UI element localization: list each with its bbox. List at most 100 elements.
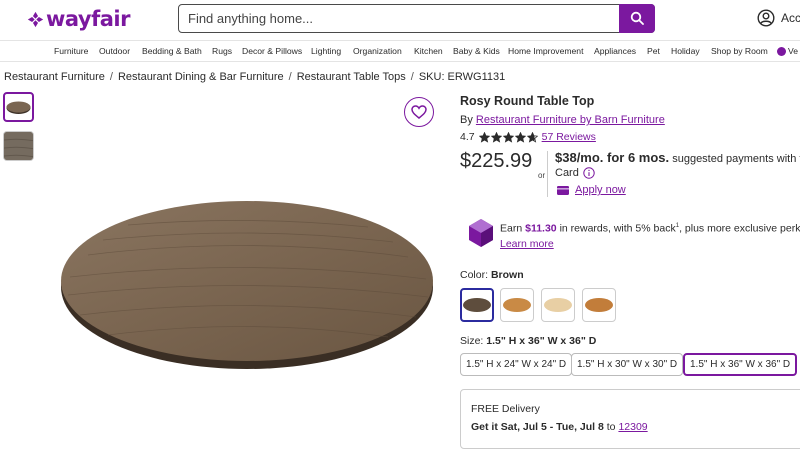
delivery-title: FREE Delivery [471, 403, 540, 415]
info-icon[interactable] [583, 167, 595, 179]
nav-item-verified-label: Ve [788, 46, 799, 56]
search-bar [178, 3, 655, 33]
by-prefix: By [460, 114, 476, 126]
color-label: Color: Brown [460, 269, 524, 281]
credit-card-icon [557, 185, 569, 195]
or-label: or [538, 171, 546, 180]
star-rating [478, 131, 538, 143]
size-selected: 1.5" H x 36" W x 36" D [486, 335, 597, 347]
search-icon [630, 11, 644, 25]
heart-icon [411, 105, 427, 119]
nav-item-lighting[interactable]: Lighting [311, 46, 341, 56]
star-icon [478, 131, 490, 143]
nav-item-furniture[interactable]: Furniture [54, 46, 88, 56]
size-option-24[interactable]: 1.5" H x 24" W x 24" D [460, 353, 573, 376]
nav-item-bedding-bath[interactable]: Bedding & Bath [142, 46, 202, 56]
price-divider [547, 151, 548, 197]
logo-mark-icon [27, 11, 44, 27]
breadcrumb-separator: / [410, 71, 414, 83]
reviews-link[interactable]: 57 Reviews [542, 131, 596, 143]
breadcrumb-item[interactable]: Restaurant Dining & Bar Furniture [118, 71, 284, 83]
price: $225.99 [460, 150, 533, 172]
swatch-disc [463, 298, 491, 312]
star-icon [502, 131, 514, 143]
rewards-banner: Earn $11.30 in rewards, with 5% back1, p… [465, 217, 800, 251]
delivery-dates: Get it Sat, Jul 5 - Tue, Jul 8 [471, 421, 604, 433]
financing-amount: $38/mo. for 6 mos. [555, 150, 670, 165]
delivery-box: FREE Delivery Get it Sat, Jul 5 - Tue, J… [460, 389, 800, 449]
delivery-estimate: Get it Sat, Jul 5 - Tue, Jul 8 to 12309 [471, 421, 648, 433]
apply-now-link[interactable]: Apply now [575, 184, 626, 196]
product-title: Rosy Round Table Top [460, 94, 595, 108]
nav-item-baby-kids[interactable]: Baby & Kids [453, 46, 500, 56]
search-button[interactable] [619, 3, 655, 33]
card-word: Card [555, 167, 579, 179]
breadcrumb-item[interactable]: Restaurant Furniture [4, 71, 105, 83]
nav-item-verified[interactable]: Ve [777, 46, 798, 56]
learn-more-link[interactable]: Learn more [500, 238, 554, 250]
rewards-rest-b: , plus more exclusive perks [679, 222, 800, 235]
rewards-rest-a: in rewards, with 5% back [556, 222, 676, 235]
nav-item-decor-pillows[interactable]: Decor & Pillows [242, 46, 302, 56]
breadcrumb-separator: / [109, 71, 113, 83]
breadcrumb-separator: / [288, 71, 292, 83]
breadcrumb-item[interactable]: Restaurant Table Tops [297, 71, 406, 83]
thumbnail-2[interactable] [3, 131, 34, 161]
wayfair-logo[interactable]: wayfair [27, 7, 130, 31]
color-label-prefix: Color: [460, 269, 491, 281]
size-option-30[interactable]: 1.5" H x 30" W x 30" D [571, 353, 684, 376]
verified-icon [777, 46, 786, 56]
financing-suffix: suggested payments with the W [672, 153, 800, 165]
color-swatch-light[interactable] [541, 288, 575, 322]
account-button[interactable]: Acco [757, 9, 800, 27]
financing-text: $38/mo. for 6 mos. suggested payments wi… [555, 150, 800, 165]
size-label-prefix: Size: [460, 335, 487, 347]
star-icon [490, 131, 502, 143]
color-swatch-brown[interactable] [460, 288, 494, 322]
size-option-36[interactable]: 1.5" H x 36" W x 36" D [683, 353, 798, 376]
nav-item-rugs[interactable]: Rugs [212, 46, 232, 56]
card-line: Card [555, 167, 595, 179]
swatch-disc [585, 298, 613, 312]
byline: By Restaurant Furniture by Barn Furnitur… [460, 114, 665, 126]
rating-value: 4.7 [460, 131, 475, 143]
thumbnail-1[interactable] [3, 92, 34, 122]
nav-item-organization[interactable]: Organization [353, 46, 402, 56]
color-swatch-honey[interactable] [582, 288, 616, 322]
brand-link[interactable]: Restaurant Furniture by Barn Furniture [476, 114, 665, 126]
logo-text: wayfair [46, 7, 130, 31]
site-header: wayfair Acco [0, 0, 800, 40]
breadcrumb: Restaurant Furniture / Restaurant Dining &… [4, 71, 505, 83]
apply-now[interactable]: Apply now [557, 184, 626, 196]
color-selected: Brown [490, 269, 524, 281]
size-label: Size: 1.5" H x 36" W x 36" D [460, 335, 596, 347]
rating-row: 4.7 57 Reviews [460, 131, 596, 143]
rewards-text: Earn $11.30 in rewards, with 5% back1, p… [500, 219, 800, 252]
product-main-image [61, 201, 433, 369]
nav-item-shop-by-room[interactable]: Shop by Room [711, 46, 768, 56]
nav-item-home-improvement[interactable]: Home Improvement [508, 46, 583, 56]
thumbnail-wood-texture-image [4, 132, 33, 160]
nav-item-kitchen[interactable]: Kitchen [414, 46, 443, 56]
category-nav: Furniture Outdoor Bedding & Bath Rugs De… [0, 40, 800, 62]
star-icon [514, 131, 526, 143]
nav-item-appliances[interactable]: Appliances [594, 46, 636, 56]
delivery-to: to [603, 421, 619, 433]
nav-item-outdoor[interactable]: Outdoor [99, 46, 130, 56]
account-icon [757, 9, 775, 27]
nav-item-pet[interactable]: Pet [647, 46, 660, 56]
favorite-button[interactable] [404, 97, 434, 127]
rewards-amount: $11.30 [525, 222, 557, 235]
nav-item-holiday[interactable]: Holiday [671, 46, 700, 56]
sku-label: SKU: ERWG1131 [418, 71, 506, 83]
account-label: Acco [781, 11, 800, 25]
thumbnail-table-image [6, 101, 31, 114]
search-input[interactable] [188, 5, 608, 31]
zip-code-link[interactable]: 12309 [618, 421, 647, 433]
swatch-disc [544, 298, 572, 312]
rewards-earn: Earn [500, 222, 526, 235]
color-swatch-natural[interactable] [500, 288, 534, 322]
swatch-disc [503, 298, 531, 312]
star-icon [526, 131, 538, 143]
rewards-cube-icon [469, 219, 493, 247]
